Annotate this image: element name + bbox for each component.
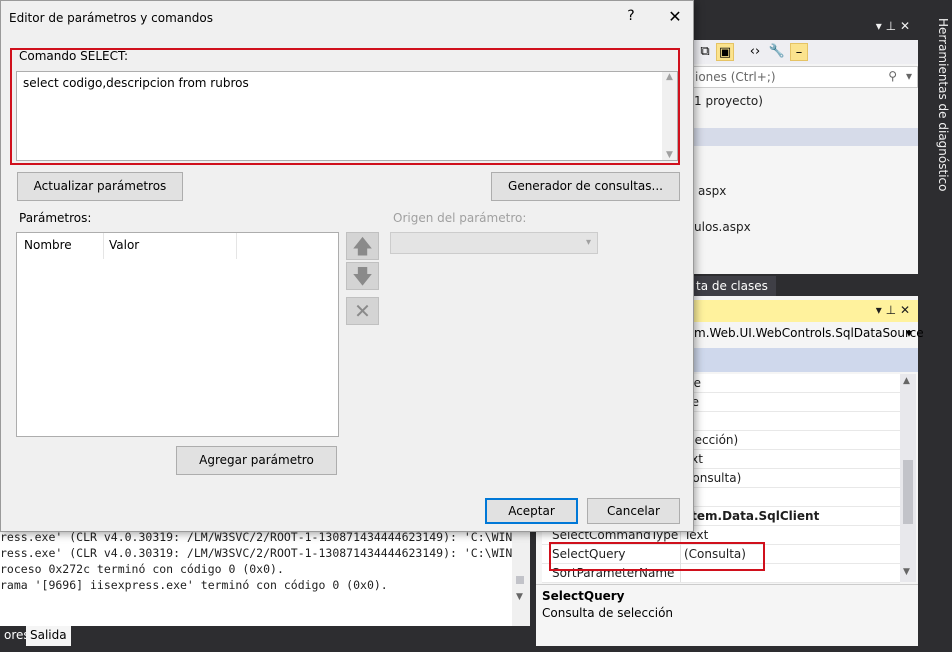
tree-item-file[interactable]: ulos.aspx: [694, 220, 751, 234]
tab-output[interactable]: Salida: [26, 626, 71, 646]
arrow-down-icon: 🡇: [352, 264, 373, 288]
view-code-icon[interactable]: ‹›: [746, 43, 764, 61]
chevron-down-icon: ▾: [905, 326, 912, 340]
scroll-thumb[interactable]: [516, 576, 524, 584]
query-builder-button[interactable]: Generador de consultas...: [491, 172, 680, 201]
panel-header-icons: ▾ ⊥ ✕: [858, 19, 918, 35]
scroll-down-icon[interactable]: ▼: [516, 592, 523, 602]
property-value[interactable]: [684, 414, 896, 430]
pin-icon[interactable]: ⊥: [886, 19, 896, 33]
parameter-source-select: ▾: [390, 232, 598, 254]
output-line: ress.exe' (CLR v4.0.30319: /LM/W3SVC/2/R…: [0, 530, 512, 544]
pin-icon[interactable]: ⊥: [886, 303, 896, 317]
arrow-up-icon: 🡅: [352, 234, 373, 258]
scroll-thumb[interactable]: [903, 460, 913, 524]
refresh-parameters-button[interactable]: Actualizar parámetros: [17, 172, 183, 201]
help-button[interactable]: ?: [621, 8, 641, 28]
scroll-down-icon[interactable]: ▼: [903, 567, 910, 577]
properties-header: ▾ ⊥ ✕: [682, 300, 918, 322]
parameters-list[interactable]: Nombre Valor: [16, 232, 339, 437]
solution-explorer-header: ▾ ⊥ ✕: [682, 14, 918, 40]
diagnostic-tools-tab[interactable]: Herramientas de diagnóstico: [920, 18, 950, 198]
panel-header-icons: ▾ ⊥ ✕: [858, 303, 918, 319]
property-value[interactable]: ue: [684, 395, 896, 411]
delete-icon: ✕: [354, 299, 371, 323]
ok-button[interactable]: Aceptar: [485, 498, 578, 524]
highlight-selectquery: [549, 542, 765, 571]
solution-explorer-toolbar: ⧉ ▣ ‹› 🔧 –: [682, 40, 918, 64]
properties-scrollbar[interactable]: ▲ ▼: [900, 374, 916, 582]
property-value[interactable]: lse: [684, 376, 896, 392]
description-title: SelectQuery: [542, 589, 625, 603]
description-text: Consulta de selección: [542, 606, 674, 620]
property-description: SelectQuery Consulta de selección: [536, 584, 918, 646]
remove-parameter-button[interactable]: ✕: [346, 297, 379, 325]
tree-item-file[interactable]: aspx: [698, 184, 726, 198]
close-icon[interactable]: ✕: [900, 303, 910, 317]
move-up-button[interactable]: 🡅: [346, 232, 379, 260]
chevron-down-icon[interactable]: ▾: [906, 69, 912, 83]
move-down-button[interactable]: 🡇: [346, 262, 379, 290]
column-header-value[interactable]: Valor: [109, 238, 139, 254]
cancel-button[interactable]: Cancelar: [587, 498, 680, 524]
dialog-title: Editor de parámetros y comandos: [9, 11, 213, 25]
output-scrollbar[interactable]: ▼: [512, 518, 530, 628]
scroll-up-icon[interactable]: ▲: [903, 376, 910, 386]
parameters-label: Parámetros:: [19, 211, 92, 225]
column-divider: [236, 233, 237, 259]
copy-icon[interactable]: ⧉: [696, 43, 714, 61]
properties-toolbar: [682, 348, 918, 372]
explorer-bottom-tabs: ta de clases: [682, 274, 918, 296]
show-all-files-icon[interactable]: ▣: [716, 43, 734, 61]
solution-search-input[interactable]: iones (Ctrl+;) ⚲ ▾: [682, 66, 918, 88]
output-line: ress.exe' (CLR v4.0.30319: /LM/W3SVC/2/R…: [0, 546, 512, 560]
property-value[interactable]: olección): [684, 433, 896, 449]
search-placeholder: iones (Ctrl+;): [695, 70, 776, 84]
close-icon[interactable]: ✕: [900, 19, 910, 33]
output-line: rama '[9696] iisexpress.exe' terminó con…: [0, 578, 388, 592]
output-tabs: ores Salida: [0, 626, 530, 652]
output-line: roceso 0x272c terminó con código 0 (0x0)…: [0, 562, 284, 576]
tree-selection-band: [682, 128, 918, 146]
wrench-icon[interactable]: 🔧: [768, 43, 786, 61]
search-icon[interactable]: ⚲: [888, 69, 897, 83]
properties-object-selector[interactable]: m.Web.UI.WebControls.SqlDataSource ▾: [682, 322, 924, 346]
property-value[interactable]: [684, 490, 896, 506]
property-value[interactable]: stem.Data.SqlClient: [684, 509, 896, 525]
parameter-source-label: Origen del parámetro:: [393, 211, 527, 225]
dropdown-icon[interactable]: ▾: [876, 19, 882, 33]
object-name: m.Web.UI.WebControls.SqlDataSource: [694, 326, 924, 340]
property-value[interactable]: Consulta): [684, 471, 896, 487]
highlight-select-command: [10, 48, 680, 165]
column-header-name[interactable]: Nombre: [24, 238, 72, 254]
add-parameter-button[interactable]: Agregar parámetro: [176, 446, 337, 475]
close-button[interactable]: ✕: [663, 7, 687, 29]
property-value[interactable]: ext: [684, 452, 896, 468]
tab-class-view[interactable]: ta de clases: [688, 276, 776, 296]
tree-item-solution[interactable]: 1 proyecto): [694, 94, 763, 108]
preview-icon[interactable]: –: [790, 43, 808, 61]
dropdown-icon[interactable]: ▾: [876, 303, 882, 317]
column-divider: [103, 233, 104, 259]
command-editor-dialog: Editor de parámetros y comandos ? ✕ Coma…: [0, 0, 694, 532]
chevron-down-icon: ▾: [585, 237, 591, 248]
